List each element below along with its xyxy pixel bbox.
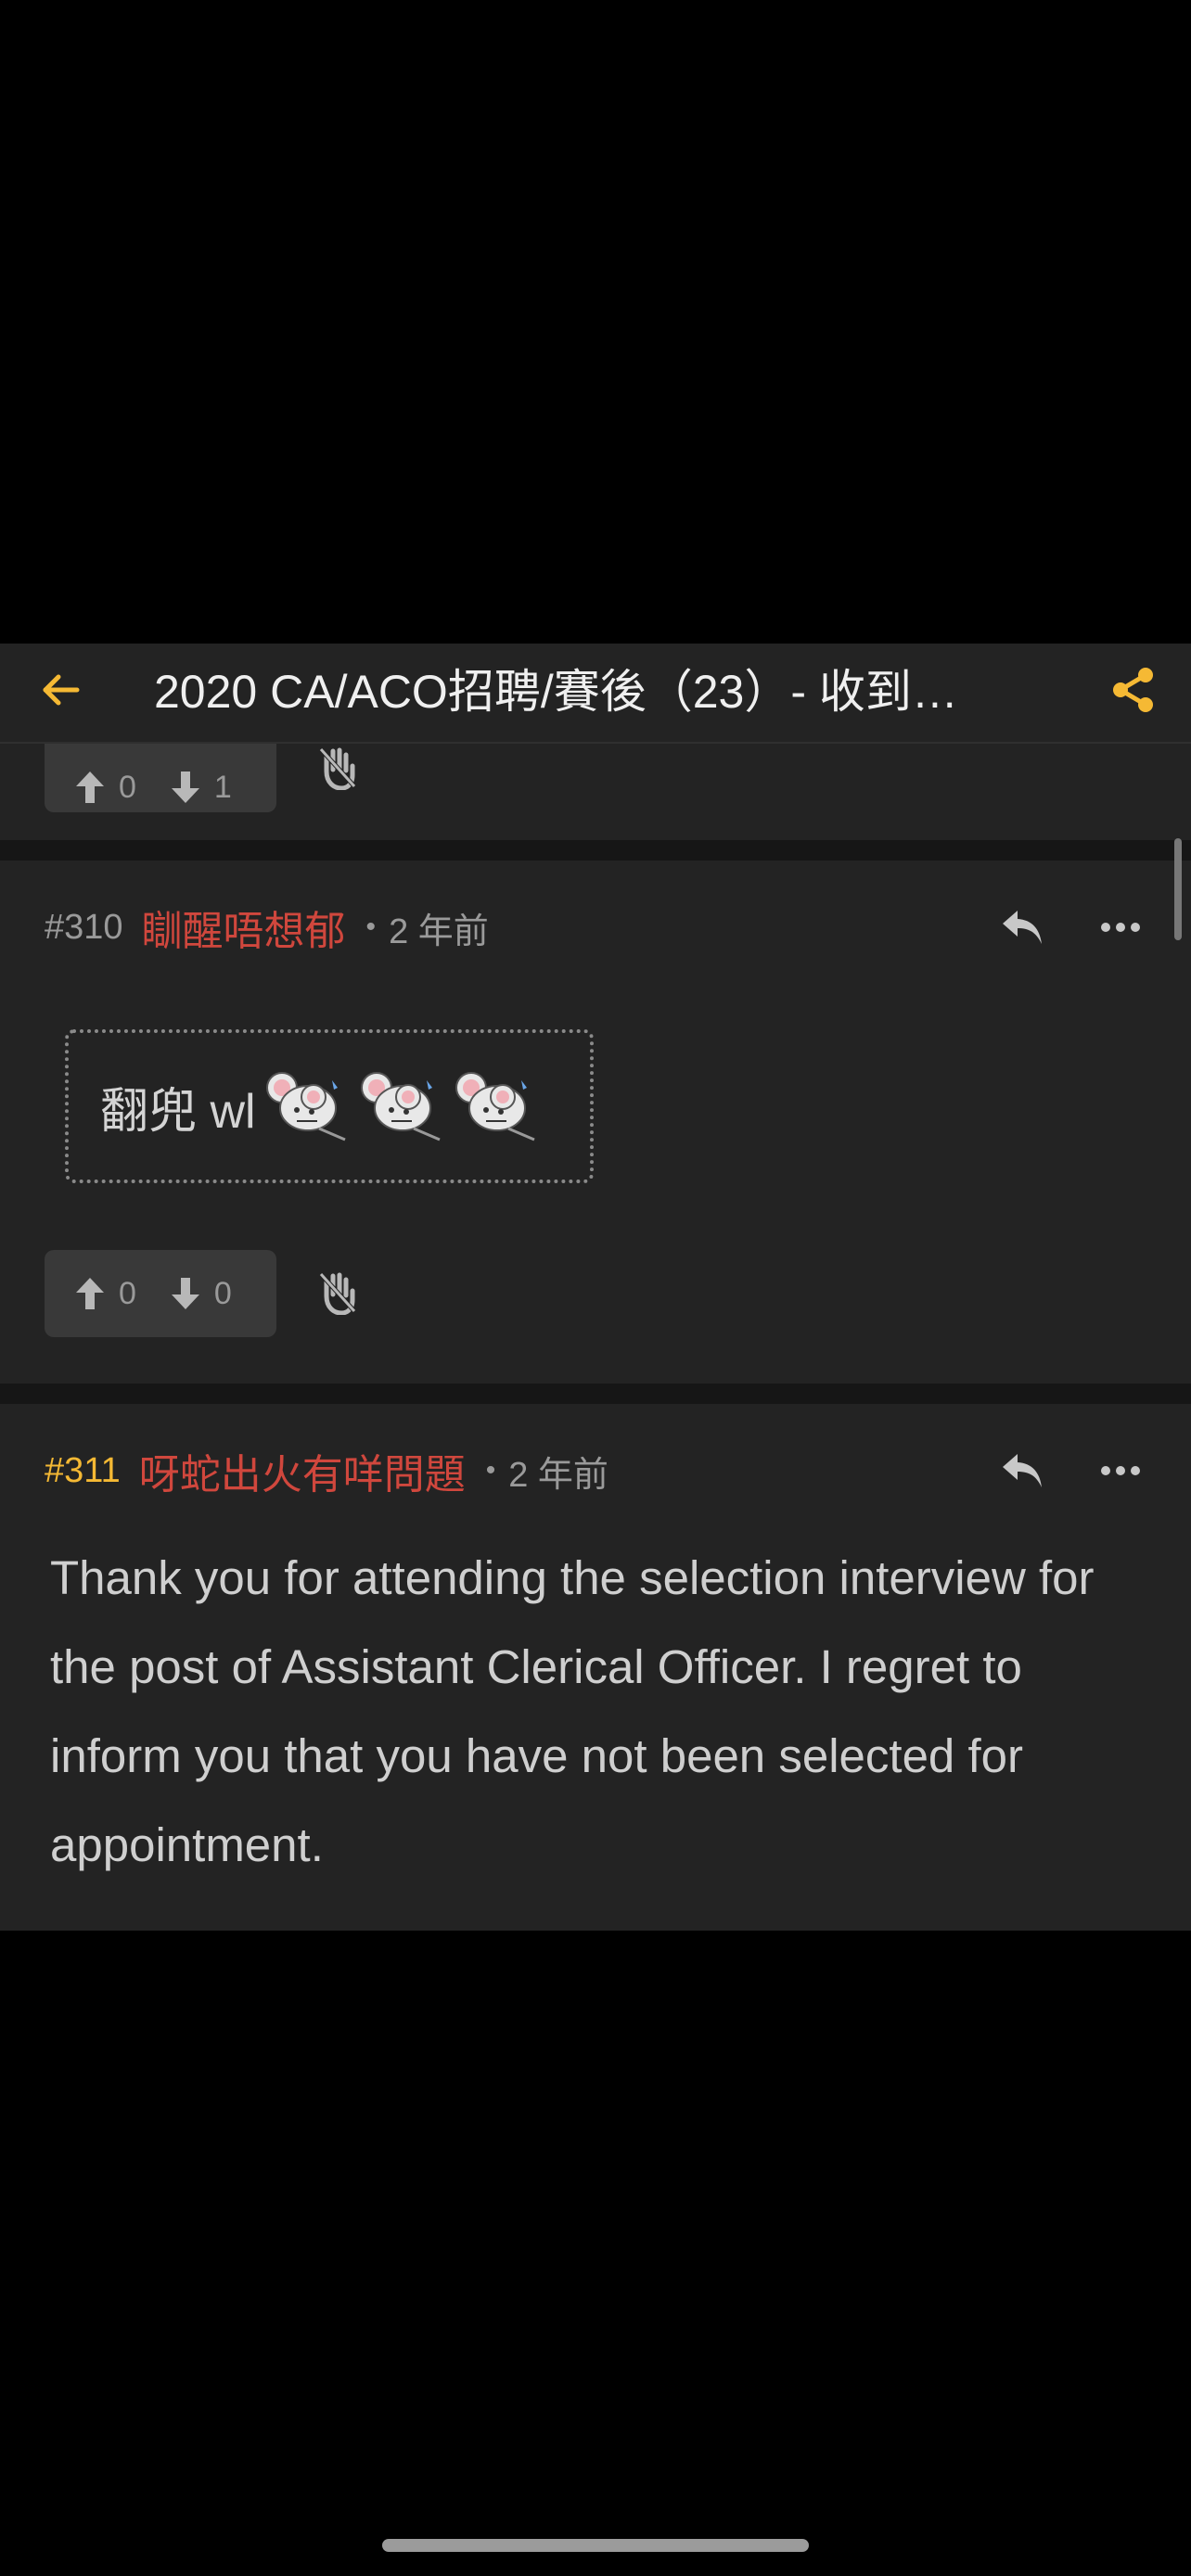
- share-button[interactable]: [1108, 660, 1159, 720]
- arrow-up-icon: [76, 772, 104, 803]
- thread-screen: 2020 CA/ACO招聘/賽後（23）- 收到… 0 1 #310 瞓醒唔想郁…: [0, 644, 1191, 1931]
- thread-title: 2020 CA/ACO招聘/賽後（23）- 收到…: [154, 666, 958, 718]
- top-bar: 2020 CA/ACO招聘/賽後（23）- 收到…: [0, 644, 1191, 744]
- block-button[interactable]: [312, 1265, 364, 1320]
- post-time: 2 年前: [389, 912, 489, 951]
- back-button[interactable]: [37, 662, 83, 718]
- scrollbar[interactable]: [1174, 838, 1182, 940]
- post-number: #311: [45, 1450, 121, 1490]
- reply-icon: [1003, 911, 1042, 944]
- arrow-left-icon: [43, 674, 80, 706]
- more-options-button[interactable]: [1093, 1443, 1148, 1498]
- post-header: #310 瞓醒唔想郁 • 2 年前: [45, 899, 489, 955]
- post-number: #310: [45, 907, 123, 947]
- arrow-down-icon: [171, 772, 199, 803]
- reply-icon: [1003, 1454, 1042, 1487]
- upvote-count: 0: [119, 1275, 136, 1311]
- more-options-button[interactable]: [1093, 899, 1148, 955]
- share-icon: [1113, 668, 1153, 712]
- upvote-count: 0: [119, 769, 136, 805]
- block-button[interactable]: [312, 744, 364, 796]
- more-horizontal-icon: [1101, 923, 1140, 932]
- downvote-button[interactable]: 0: [136, 1250, 232, 1337]
- post-310: #310 瞓醒唔想郁 • 2 年前 翻兜 wl 0 0: [0, 861, 1191, 1384]
- previous-post-actions: 0 1: [0, 744, 1191, 855]
- vote-bar: 0 0: [45, 1250, 276, 1337]
- quote-text: 翻兜 wl: [100, 1084, 256, 1139]
- post-divider: [0, 1384, 1191, 1404]
- mouse-sticker-icon: [455, 1072, 535, 1141]
- more-horizontal-icon: [1101, 1466, 1140, 1475]
- vote-bar: 0 1: [45, 744, 276, 812]
- reply-button[interactable]: [994, 1443, 1050, 1498]
- home-indicator[interactable]: [382, 2539, 809, 2552]
- arrow-up-icon: [76, 1278, 104, 1309]
- upvote-button[interactable]: 0: [45, 1250, 136, 1337]
- post-divider: [0, 840, 1191, 861]
- downvote-button[interactable]: 1: [136, 744, 232, 812]
- quote-block: 翻兜 wl: [65, 1029, 594, 1183]
- separator-dot: •: [485, 1455, 496, 1486]
- mouse-sticker-icon: [360, 1072, 441, 1141]
- post-time: 2 年前: [508, 1455, 608, 1495]
- post-header: #311 呀蛇出火有咩問題 • 2 年前: [45, 1443, 608, 1498]
- thread-content: 0 1 #310 瞓醒唔想郁 • 2 年前 翻兜 wl 0 0 #311 呀蛇出…: [0, 744, 1191, 1931]
- upvote-button[interactable]: 0: [45, 744, 136, 812]
- downvote-count: 0: [213, 1275, 232, 1311]
- post-body: Thank you for attending the selection in…: [50, 1551, 1095, 1871]
- downvote-count: 1: [213, 769, 232, 805]
- arrow-down-icon: [171, 1278, 199, 1309]
- mouse-sticker-icon: [265, 1072, 346, 1141]
- post-311: #311 呀蛇出火有咩問題 • 2 年前 Thank you for atten…: [0, 1404, 1191, 1931]
- username-link[interactable]: 瞓醒唔想郁: [142, 898, 346, 957]
- username-link[interactable]: 呀蛇出火有咩問題: [139, 1441, 466, 1500]
- hand-icon: [319, 1272, 356, 1315]
- separator-dot: •: [365, 912, 377, 942]
- hand-icon: [319, 747, 356, 790]
- reply-button[interactable]: [994, 899, 1050, 955]
